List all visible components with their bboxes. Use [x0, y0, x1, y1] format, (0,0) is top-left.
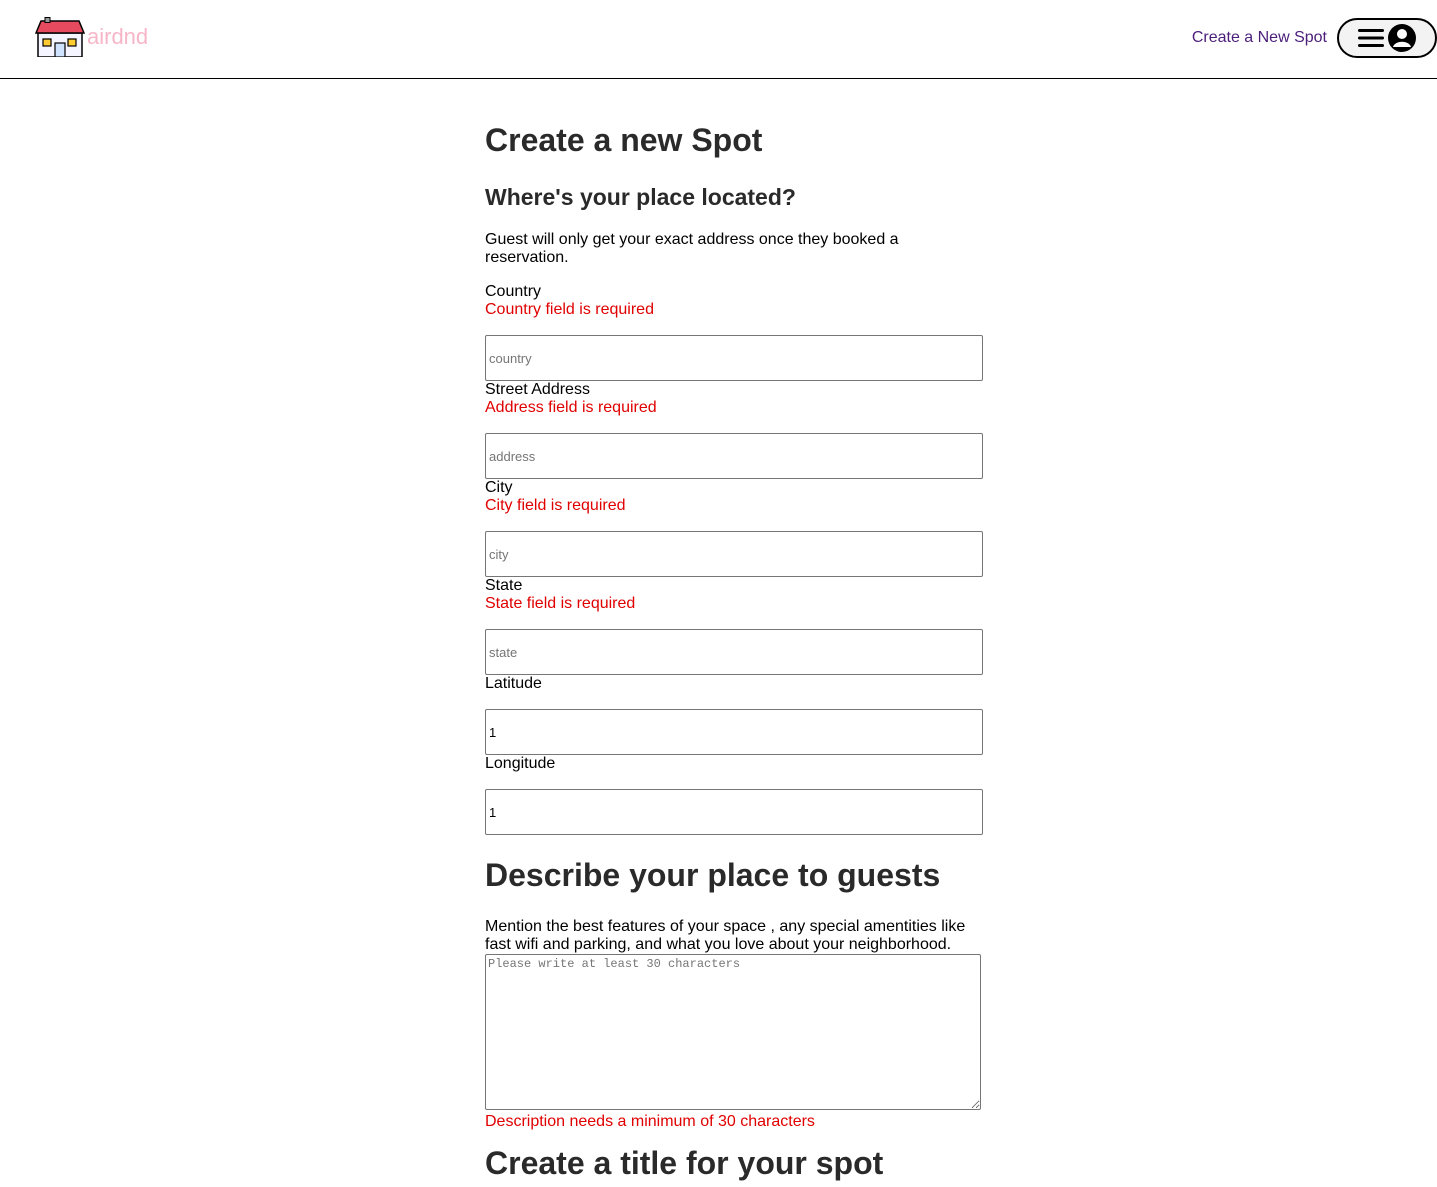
description-blurb: Mention the best features of your space … — [485, 918, 966, 953]
address-error: Address field is required — [485, 399, 657, 416]
latitude-group: Latitude — [485, 675, 985, 755]
state-error: State field is required — [485, 595, 636, 612]
house-logo-icon — [35, 17, 85, 57]
state-group: State State field is required — [485, 577, 985, 675]
longitude-label: Longitude — [485, 755, 556, 772]
nav-right: Create a New Spot — [1192, 18, 1437, 58]
state-input[interactable] — [485, 629, 983, 675]
profile-menu-button[interactable] — [1337, 18, 1437, 58]
create-spot-form: Create a new Spot Where's your place loc… — [485, 95, 985, 1182]
hamburger-icon — [1357, 26, 1385, 50]
city-label: City — [485, 479, 513, 496]
description-heading: Describe your place to guests — [485, 857, 941, 893]
state-label: State — [485, 577, 523, 594]
address-input[interactable] — [485, 433, 983, 479]
location-heading: Where's your place located? — [485, 184, 796, 210]
city-input[interactable] — [485, 531, 983, 577]
country-group: Country Country field is required — [485, 283, 985, 381]
location-blurb: Guest will only get your exact address o… — [485, 231, 899, 266]
address-label: Street Address — [485, 381, 590, 398]
user-circle-icon — [1387, 23, 1417, 53]
navbar: airdnd Create a New Spot — [0, 0, 1437, 79]
description-error: Description needs a minimum of 30 charac… — [485, 1113, 815, 1130]
description-textarea[interactable] — [485, 954, 981, 1110]
title-section-heading: Create a title for your spot — [485, 1145, 884, 1181]
page-title: Create a new Spot — [485, 122, 763, 158]
home-logo-link[interactable]: airdnd — [35, 17, 148, 57]
address-group: Street Address Address field is required — [485, 381, 985, 479]
create-new-spot-link[interactable]: Create a New Spot — [1192, 29, 1327, 47]
logo-text: airdnd — [87, 24, 149, 49]
country-input[interactable] — [485, 335, 983, 381]
longitude-group: Longitude — [485, 755, 985, 835]
country-error: Country field is required — [485, 301, 654, 318]
latitude-label: Latitude — [485, 675, 542, 692]
city-group: City City field is required — [485, 479, 985, 577]
latitude-input[interactable] — [485, 709, 983, 755]
city-error: City field is required — [485, 497, 626, 514]
longitude-input[interactable] — [485, 789, 983, 835]
country-label: Country — [485, 283, 542, 300]
